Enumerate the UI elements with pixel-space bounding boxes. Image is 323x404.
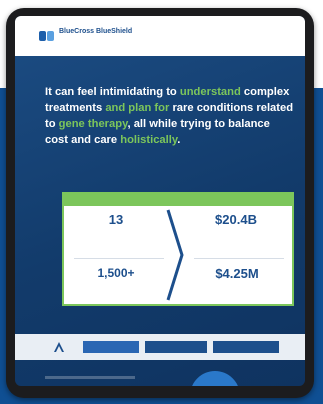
stat-therapies: 1,500+: [66, 266, 166, 282]
brand-name: BlueCross BlueShield: [59, 28, 133, 35]
stat-value: $20.4B: [215, 212, 257, 227]
nav-button-1[interactable]: [83, 341, 139, 353]
tablet-screen: BlueCross BlueShield It can feel intimid…: [15, 16, 305, 386]
stats-card: 13 1,500+ $20.4B $4.25M: [62, 192, 294, 306]
site-header: BlueCross BlueShield: [15, 16, 305, 56]
stat-market: $20.4B: [186, 212, 286, 229]
nav-logo-icon: [54, 342, 64, 352]
stat-number: $4.25M: [215, 266, 259, 281]
stat-conditions: 13: [66, 212, 166, 229]
footer-text-placeholder: [45, 376, 135, 379]
brand-logo-icon: [39, 30, 55, 42]
headline-highlight: understand: [179, 86, 241, 98]
headline-text: It can feel intimidating to: [45, 86, 180, 98]
stat-value: $4.25M: [186, 266, 286, 281]
stat-value: 13: [108, 212, 124, 227]
hero-headline: It can feel intimidating to understand c…: [45, 84, 295, 148]
stat-cost: $4.25M: [186, 266, 286, 283]
divider: [74, 258, 164, 259]
stat-value: 1,500+: [97, 266, 135, 280]
divider: [194, 258, 284, 259]
headline-highlight: gene therapy: [58, 118, 128, 130]
headline-highlight: holistically: [120, 134, 178, 146]
nav-button-2[interactable]: [145, 341, 207, 353]
decorative-circle: [190, 371, 240, 386]
nav-button-3[interactable]: [213, 341, 279, 353]
headline-text: .: [177, 134, 181, 146]
stats-banner: [64, 194, 292, 206]
headline-highlight: and plan for: [105, 102, 170, 114]
navigation-strip: [15, 334, 305, 360]
chevron-right-icon: [166, 209, 184, 301]
